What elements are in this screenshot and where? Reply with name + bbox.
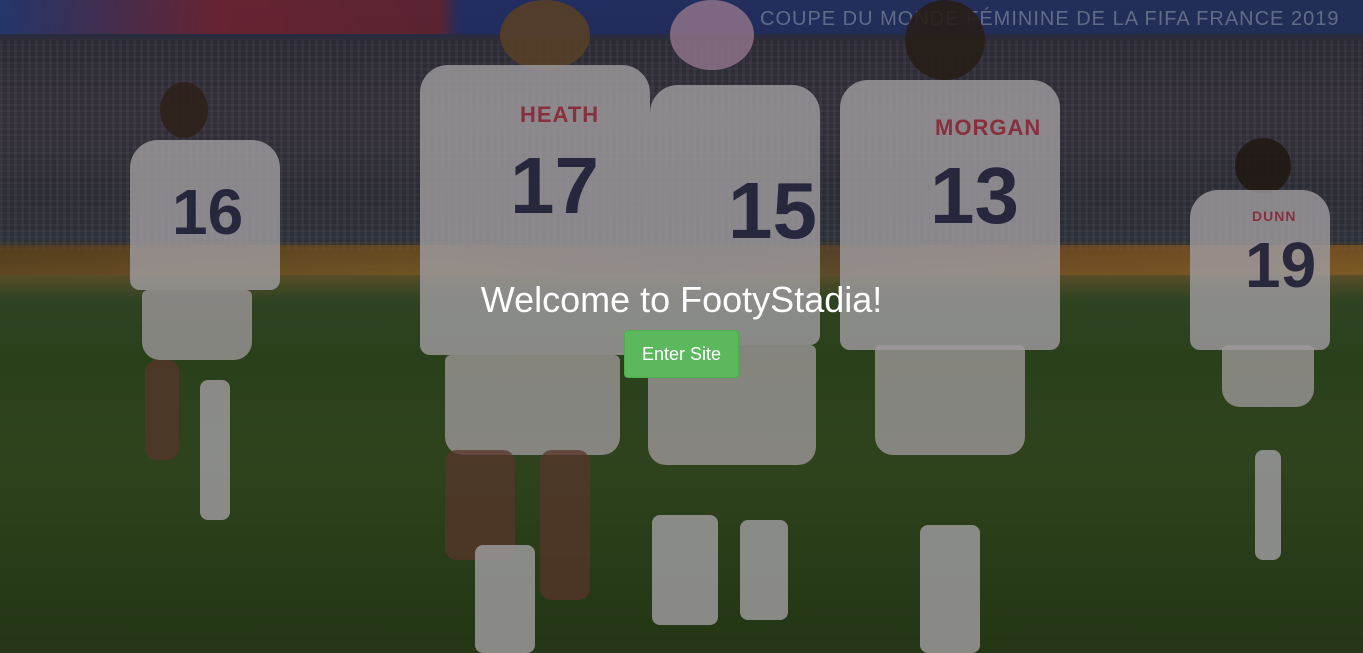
welcome-panel: Welcome to FootyStadia! Enter Site xyxy=(0,280,1363,378)
hero-section: COUPE DU MONDE FÉMININE DE LA FIFA FRANC… xyxy=(0,0,1363,653)
enter-site-button[interactable]: Enter Site xyxy=(623,330,740,378)
page-title: Welcome to FootyStadia! xyxy=(480,279,883,320)
